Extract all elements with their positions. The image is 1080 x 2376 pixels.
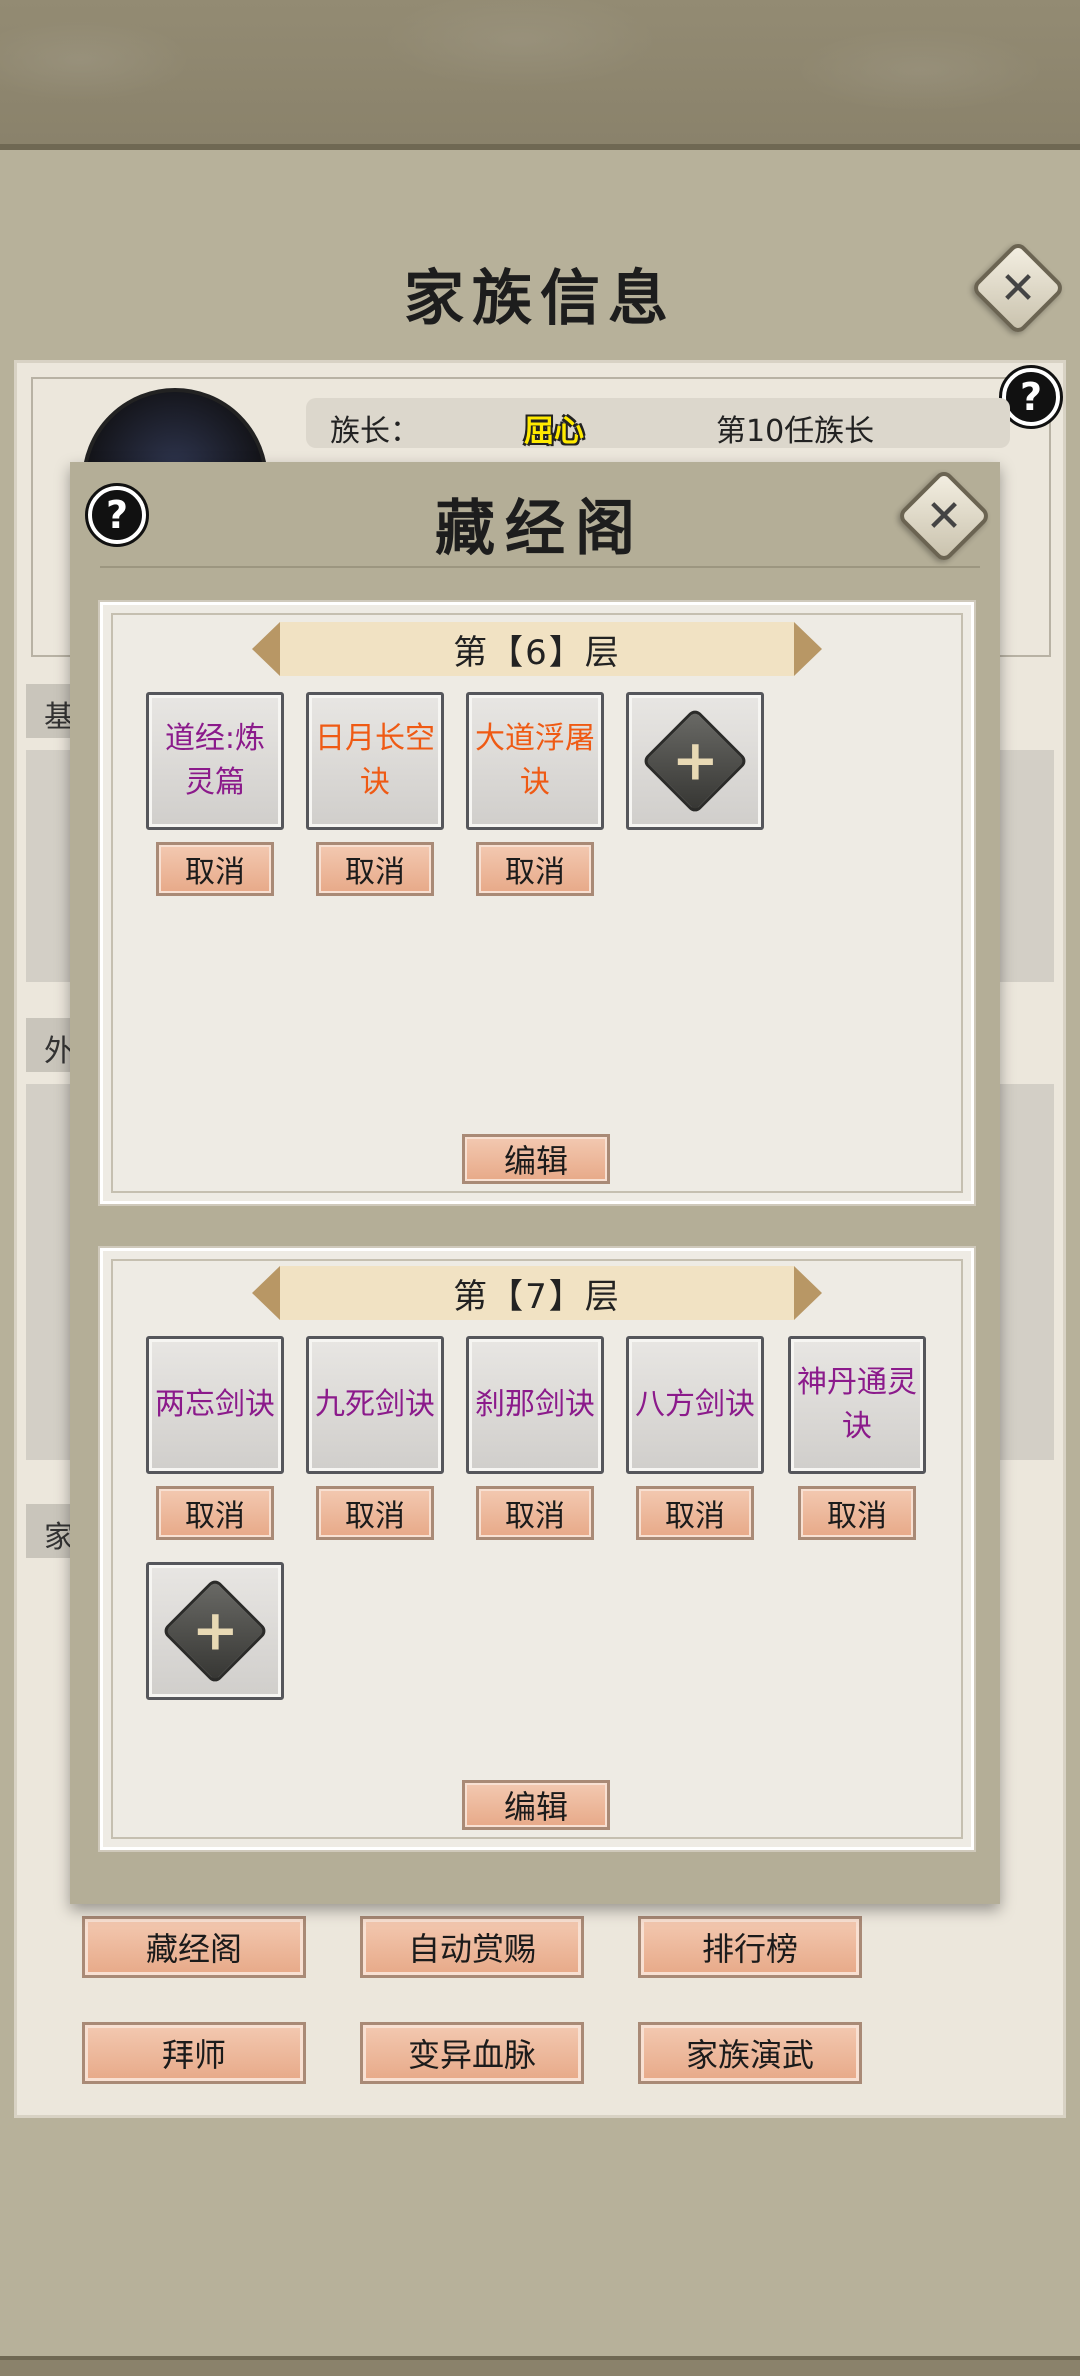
close-icon: ✕ [925, 490, 963, 542]
skill-slot[interactable]: 道经:炼灵篇 [146, 692, 284, 830]
scripture-pavilion-button[interactable]: 藏经阁 [82, 1916, 306, 1978]
bottom-decor-band [0, 2356, 1080, 2376]
help-icon: ? [105, 493, 129, 537]
mutated-bloodline-button[interactable]: 变异血脉 [360, 2022, 584, 2084]
auto-reward-button[interactable]: 自动赏赐 [360, 1916, 584, 1978]
top-decor-band [0, 0, 1080, 150]
leaderboard-button[interactable]: 排行榜 [638, 1916, 862, 1978]
modal-help-button[interactable]: ? [85, 483, 149, 547]
help-icon: ? [1019, 375, 1043, 419]
floor-7-title: 第【7】层 [280, 1266, 794, 1320]
skill-slot[interactable]: 大道浮屠诀 [466, 692, 604, 830]
floor-6-title: 第【6】层 [280, 622, 794, 676]
cancel-button[interactable]: 取消 [636, 1486, 754, 1540]
add-skill-slot[interactable]: + [146, 1562, 284, 1700]
cancel-button[interactable]: 取消 [156, 1486, 274, 1540]
cancel-button[interactable]: 取消 [798, 1486, 916, 1540]
add-skill-icon: + [161, 1577, 269, 1685]
add-skill-slot[interactable]: + [626, 692, 764, 830]
leader-row: 族长： 屈心 第10任族长 [306, 398, 1010, 449]
add-skill-icon: + [641, 707, 749, 815]
skill-slot[interactable]: 九死剑诀 [306, 1336, 444, 1474]
floor-6-edit-button[interactable]: 编辑 [462, 1134, 610, 1184]
close-button[interactable]: ✕ [969, 239, 1067, 337]
cancel-button[interactable]: 取消 [156, 842, 274, 896]
leader-rank: 第10任族长 [716, 414, 875, 449]
close-icon: ✕ [999, 262, 1037, 314]
modal-divider [100, 566, 980, 568]
cancel-button[interactable]: 取消 [316, 1486, 434, 1540]
skill-slot[interactable]: 神丹通灵诀 [788, 1336, 926, 1474]
page-title: 家族信息 [404, 264, 676, 334]
skill-slot[interactable]: 八方剑诀 [626, 1336, 764, 1474]
leader-label: 族长： [330, 414, 420, 449]
apprentice-button[interactable]: 拜师 [82, 2022, 306, 2084]
skill-slot[interactable]: 日月长空诀 [306, 692, 444, 830]
family-help-button[interactable]: ? [999, 365, 1063, 429]
cancel-button[interactable]: 取消 [316, 842, 434, 896]
skill-slot[interactable]: 刹那剑诀 [466, 1336, 604, 1474]
floor-7-edit-button[interactable]: 编辑 [462, 1780, 610, 1830]
leader-name: 屈心 [524, 414, 584, 449]
skill-slot[interactable]: 两忘剑诀 [146, 1336, 284, 1474]
cancel-button[interactable]: 取消 [476, 1486, 594, 1540]
cancel-button[interactable]: 取消 [476, 842, 594, 896]
family-sparring-button[interactable]: 家族演武 [638, 2022, 862, 2084]
modal-title: 藏经阁 [435, 494, 645, 564]
